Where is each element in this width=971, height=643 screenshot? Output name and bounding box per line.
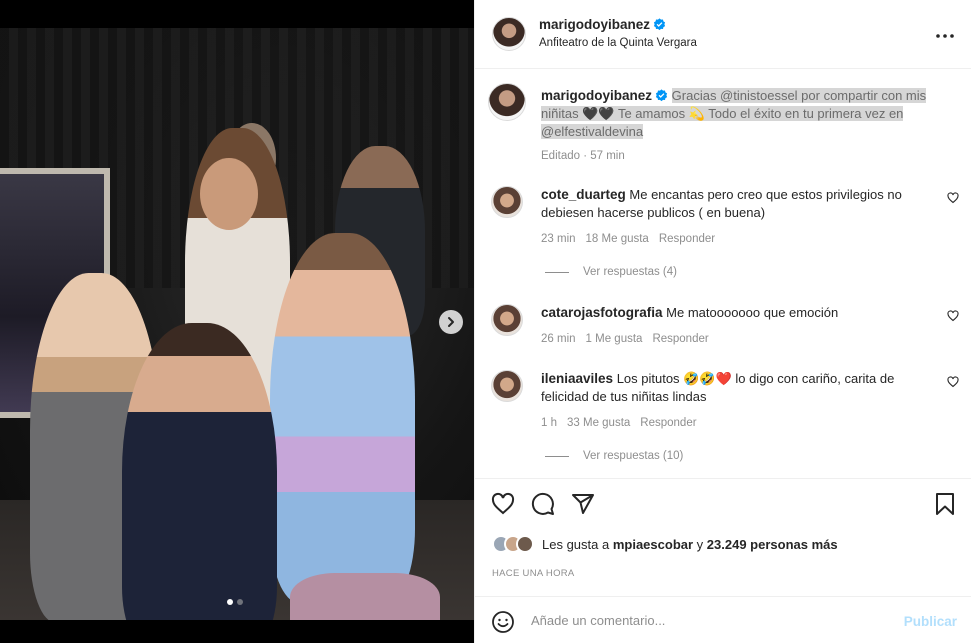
liker-avatar: [516, 535, 534, 553]
like-comment-heart-icon[interactable]: [947, 310, 959, 322]
share-icon[interactable]: [571, 492, 595, 516]
emoji-icon[interactable]: [491, 610, 515, 634]
comment-time[interactable]: 26 min: [541, 330, 576, 348]
commenter-username[interactable]: ileniaaviles: [541, 371, 613, 386]
carousel-dot-active: [227, 599, 233, 605]
view-replies-button[interactable]: Ver respuestas (4): [545, 266, 677, 278]
post-timestamp[interactable]: HACE UNA HORA: [492, 568, 575, 579]
verified-icon: [655, 89, 668, 102]
carousel-next-button[interactable]: [439, 310, 463, 334]
commenter-avatar[interactable]: [491, 370, 523, 402]
post-header: marigodoyibanez Anfiteatro de la Quinta …: [475, 0, 971, 69]
view-replies-label: Ver respuestas (4): [583, 266, 677, 278]
heart-icon[interactable]: [491, 492, 515, 516]
post-location[interactable]: Anfiteatro de la Quinta Vergara: [539, 37, 697, 49]
more-icon: [936, 34, 954, 38]
view-replies-label: Ver respuestas (10): [583, 450, 684, 462]
view-replies-button[interactable]: Ver respuestas (10): [545, 450, 683, 462]
comments-panel[interactable]: marigodoyibanez Gracias @tinistoessel po…: [475, 70, 971, 478]
commenter-avatar[interactable]: [491, 304, 523, 336]
author-username-row[interactable]: marigodoyibanez: [539, 17, 666, 32]
post-media: [0, 0, 474, 643]
likes-prefix: Les gusta a: [542, 536, 610, 552]
caption-meta: Editado · 57 min: [541, 150, 625, 162]
comment-likes[interactable]: 1 Me gusta: [586, 330, 643, 348]
commenter-avatar[interactable]: [491, 186, 523, 218]
comment-composer: Publicar: [475, 596, 971, 643]
comment-time[interactable]: 1 h: [541, 414, 557, 432]
reply-button[interactable]: Responder: [659, 230, 715, 248]
more-options-button[interactable]: [935, 26, 955, 44]
liker-username[interactable]: mpiaescobar: [613, 537, 693, 552]
bookmark-icon[interactable]: [934, 492, 956, 516]
comment-likes[interactable]: 18 Me gusta: [586, 230, 649, 248]
likes-others[interactable]: 23.249 personas más: [707, 537, 838, 552]
comment-likes[interactable]: 33 Me gusta: [567, 414, 630, 432]
verified-icon: [653, 18, 666, 31]
publish-button[interactable]: Publicar: [904, 614, 957, 629]
comment-time[interactable]: 23 min: [541, 230, 576, 248]
reply-button[interactable]: Responder: [640, 414, 696, 432]
like-comment-heart-icon[interactable]: [947, 192, 959, 204]
post-sidebar: marigodoyibanez Anfiteatro de la Quinta …: [474, 0, 971, 643]
comment-input[interactable]: [531, 609, 891, 631]
post-photo: [0, 28, 474, 643]
likes-connector: y: [696, 536, 704, 552]
carousel-indicator: [227, 599, 243, 605]
author-avatar[interactable]: [492, 17, 526, 51]
caption-avatar[interactable]: [488, 83, 526, 121]
carousel-dot: [237, 599, 243, 605]
post-actions: Les gusta a mpiaescobar y 23.249 persona…: [475, 478, 971, 596]
likes-summary[interactable]: Les gusta a mpiaescobar y 23.249 persona…: [492, 535, 838, 553]
commenter-username[interactable]: catarojasfotografia: [541, 305, 663, 320]
post-dialog: marigodoyibanez Anfiteatro de la Quinta …: [0, 0, 971, 643]
comment-text: Me matooooooo que emoción: [666, 305, 839, 320]
author-username[interactable]: marigodoyibanez: [539, 17, 650, 32]
comment-icon[interactable]: [531, 492, 555, 516]
reply-button[interactable]: Responder: [652, 330, 708, 348]
caption-username[interactable]: marigodoyibanez: [541, 88, 652, 103]
commenter-username[interactable]: cote_duarteg: [541, 187, 626, 202]
like-comment-heart-icon[interactable]: [947, 376, 959, 388]
chevron-right-icon: [448, 317, 454, 327]
